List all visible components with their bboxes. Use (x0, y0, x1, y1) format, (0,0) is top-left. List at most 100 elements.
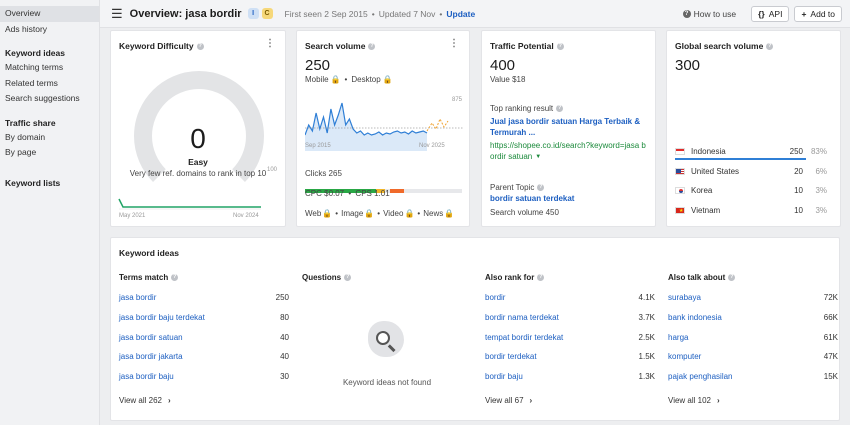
keyword-link[interactable]: jasa bordir baju (119, 372, 174, 381)
traffic-potential-card: Traffic Potential? 400 Value $18 Top ran… (481, 30, 656, 227)
info-icon[interactable]: ? (171, 273, 179, 281)
empty-state-illustration (364, 319, 408, 359)
search-volume-card: Search volume? ⋮ 250 Mobile 🔒 • Desktop … (296, 30, 470, 227)
sidebar-item-related-terms[interactable]: Related terms (0, 76, 99, 92)
more-options-icon[interactable]: ⋮ (449, 39, 459, 49)
info-icon[interactable]: ? (728, 273, 736, 281)
api-button[interactable]: {} API (751, 5, 790, 22)
column-heading-text: Also rank for (485, 272, 535, 282)
keyword-link[interactable]: bordir (485, 293, 505, 302)
kr-flag-icon (675, 186, 685, 194)
us-flag-icon (675, 167, 685, 175)
keyword-row: jasa bordir satuan 40 (119, 327, 289, 347)
info-icon[interactable]: ? (537, 273, 545, 281)
serp-features-row: Web 🔒 • Image 🔒 • Video 🔒 • News 🔒 (305, 209, 454, 218)
page-title: Overview: jasa bordir (129, 7, 242, 20)
parent-topic-label-text: Parent Topic (490, 183, 535, 192)
keyword-link[interactable]: surabaya (668, 293, 701, 302)
api-label: API (768, 8, 783, 19)
keyword-link[interactable]: jasa bordir baju terdekat (119, 313, 205, 322)
keyword-row: harga 61K (668, 327, 838, 347)
updated-text: Updated 7 Nov (378, 8, 436, 19)
top-ranking-title-line1[interactable]: Jual jasa bordir satuan Harga Terbaik & (490, 117, 640, 126)
keyword-link[interactable]: jasa bordir jakarta (119, 352, 183, 361)
info-icon[interactable]: ? (368, 42, 376, 50)
keyword-row: pajak penghasilan 15K (668, 367, 838, 387)
sidebar-item-matching-terms[interactable]: Matching terms (0, 60, 99, 76)
country-name: Korea (691, 185, 713, 195)
separator: • (344, 75, 348, 84)
info-icon[interactable]: ? (344, 273, 352, 281)
header: ☰ Overview: jasa bordir I C First seen 2… (100, 0, 850, 28)
keyword-link[interactable]: bank indonesia (668, 313, 722, 322)
how-to-use-link[interactable]: ? How to use (682, 8, 737, 19)
update-link[interactable]: Update (446, 9, 475, 19)
intent-badge-commercial[interactable]: C (261, 8, 273, 19)
keyword-volume: 15K (823, 372, 838, 382)
separator: • (417, 209, 421, 218)
keyword-link[interactable]: jasa bordir (119, 293, 156, 302)
kd-description: Very few ref. domains to rank in top 10 (129, 169, 267, 178)
serp-image: Image (341, 209, 364, 218)
view-all-link[interactable]: View all 262 › (119, 396, 171, 405)
top-ranking-url-line1[interactable]: https://shopee.co.id/search?keyword=jasa… (490, 141, 646, 150)
caret-down-icon[interactable]: ▼ (535, 154, 541, 160)
kd-history-line (118, 198, 261, 208)
info-icon[interactable]: ? (556, 105, 564, 112)
keyword-link[interactable]: bordir terdekat (485, 352, 537, 361)
menu-icon[interactable]: ☰ (111, 7, 123, 20)
view-all-link[interactable]: View all 102 › (668, 396, 720, 405)
country-row[interactable]: Indonesia 250 83% (675, 145, 827, 157)
info-icon[interactable]: ? (537, 184, 545, 191)
sidebar-item-search-suggestions[interactable]: Search suggestions (0, 91, 99, 107)
keyword-link[interactable]: pajak penghasilan (668, 372, 733, 381)
desktop-label: Desktop (351, 75, 381, 84)
keyword-volume: 2.5K (638, 332, 655, 342)
cps-text: CPS 1.01 (355, 189, 390, 198)
intent-badge-informational[interactable]: I (247, 8, 259, 19)
country-row[interactable]: ★ Vietnam 10 3% (675, 204, 827, 216)
keyword-link[interactable]: harga (668, 333, 688, 342)
info-icon[interactable]: ? (556, 42, 564, 50)
kd-date-end: Nov 2024 (233, 213, 259, 219)
keyword-ideas-column: Also rank for? bordir 4.1K bordir nama terd… (485, 271, 655, 406)
keyword-row: bordir 4.1K (485, 288, 655, 308)
top-ranking-url-line2[interactable]: ordir satuan ▼ (490, 152, 541, 161)
volume-axis-max: 875 (452, 97, 463, 103)
view-all-link[interactable]: View all 67 › (485, 396, 532, 405)
how-to-use-label: How to use (693, 8, 737, 19)
lock-icon: 🔒 (364, 209, 375, 218)
keyword-link[interactable]: komputer (668, 352, 701, 361)
first-seen-text: First seen 2 Sep 2015 (284, 8, 368, 19)
keyword-ideas-card: Keyword ideas Terms match? jasa bordir 250… (110, 237, 840, 421)
sidebar-item-keyword-lists[interactable]: Keyword lists (0, 177, 99, 190)
keyword-row: bordir terdekat 1.5K (485, 347, 655, 367)
lock-icon: 🔒 (382, 75, 393, 84)
keyword-link[interactable]: jasa bordir satuan (119, 333, 183, 342)
keyword-row: bank indonesia 66K (668, 308, 838, 328)
keyword-volume: 3.7K (638, 313, 655, 323)
country-share: 83% (810, 146, 827, 156)
sidebar-item-ads-history[interactable]: Ads history (0, 22, 99, 38)
view-all-label: View all 67 (485, 396, 524, 405)
chevron-right-icon: › (529, 396, 533, 405)
info-icon[interactable]: ? (766, 42, 774, 50)
lock-icon: 🔒 (404, 209, 415, 218)
sidebar-item-by-domain[interactable]: By domain (0, 130, 99, 146)
keyword-link[interactable]: tempat bordir terdekat (485, 333, 563, 342)
keyword-ideas-title: Keyword ideas (119, 248, 179, 258)
parent-topic-link[interactable]: bordir satuan terdekat (490, 194, 574, 203)
country-row[interactable]: Korea 10 3% (675, 184, 827, 196)
top-ranking-title-line2[interactable]: Termurah ... (490, 128, 535, 137)
country-row[interactable]: United States 20 6% (675, 165, 827, 177)
keyword-link[interactable]: bordir baju (485, 372, 523, 381)
country-volume: 20 (794, 166, 803, 176)
sidebar-item-overview[interactable]: Overview (0, 6, 99, 22)
add-to-button[interactable]: + Add to (794, 5, 842, 22)
keyword-volume: 47K (823, 352, 838, 362)
meta-separator: • (439, 8, 443, 19)
keyword-link[interactable]: bordir nama terdekat (485, 313, 559, 322)
device-split: Mobile 🔒 • Desktop 🔒 (305, 75, 393, 84)
sidebar-item-by-page[interactable]: By page (0, 145, 99, 161)
kd-axis-max: 100 (267, 167, 278, 173)
